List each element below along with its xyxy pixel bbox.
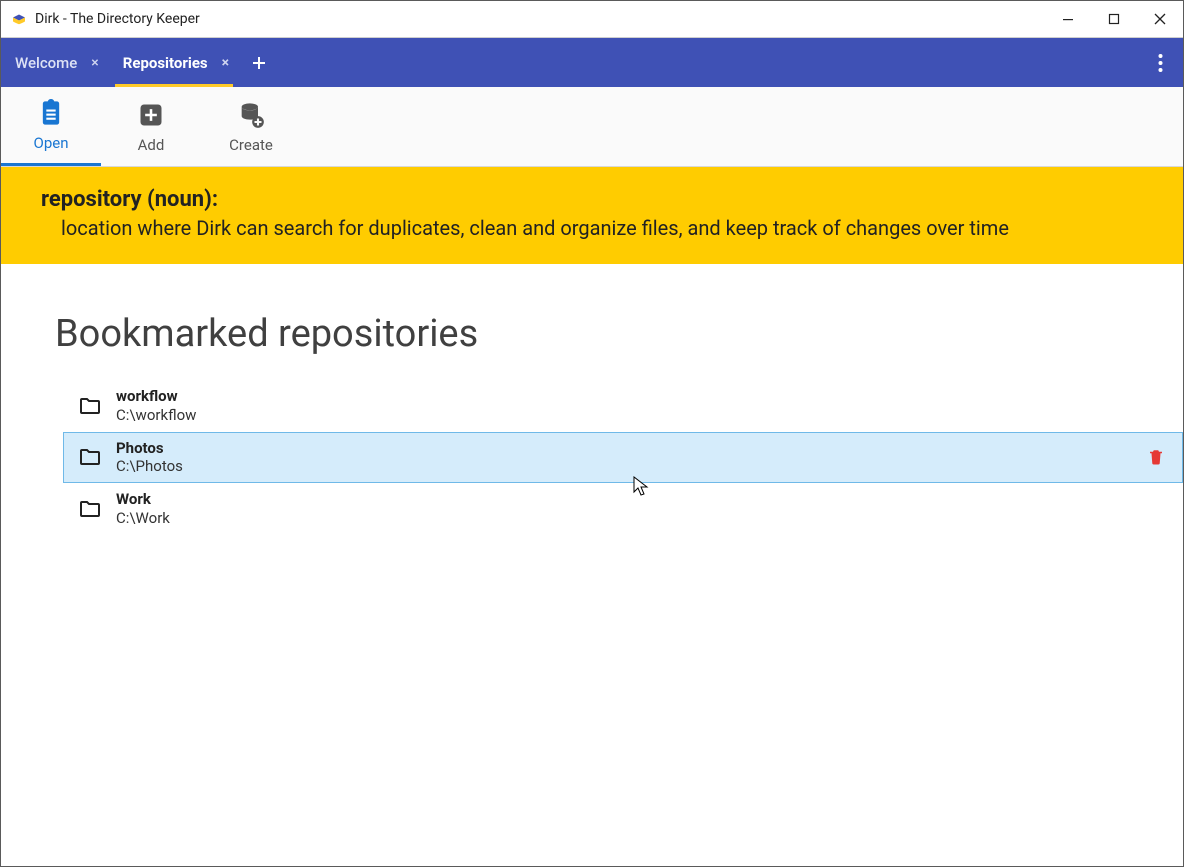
new-tab-button[interactable] [239, 38, 279, 87]
content-area: Bookmarked repositories workflow C:\work… [1, 264, 1183, 535]
add-box-icon [136, 100, 166, 130]
tool-label: Add [138, 136, 165, 154]
repo-name: Work [116, 490, 1168, 509]
folder-icon [76, 392, 104, 420]
repo-path: C:\Photos [116, 457, 1144, 476]
repo-list: workflow C:\workflow Photos C:\Photos Wo… [55, 380, 1183, 535]
maximize-button[interactable] [1091, 1, 1137, 37]
tool-label: Create [229, 136, 273, 154]
tab-close-icon[interactable]: × [222, 55, 229, 71]
titlebar: Dirk - The Directory Keeper [1, 1, 1183, 38]
more-vert-icon[interactable] [1137, 38, 1183, 87]
window-title: Dirk - The Directory Keeper [35, 11, 1045, 27]
tab-close-icon[interactable]: × [91, 55, 98, 71]
open-button[interactable]: Open [1, 87, 101, 166]
tab-label: Welcome [15, 54, 77, 72]
repo-row[interactable]: Work C:\Work [63, 483, 1183, 535]
repo-path: C:\Work [116, 509, 1168, 528]
tab-bar: Welcome × Repositories × [1, 38, 1183, 87]
app-icon [9, 9, 29, 29]
database-add-icon [236, 100, 266, 130]
repo-row[interactable]: Photos C:\Photos [63, 432, 1183, 484]
folder-icon [76, 495, 104, 523]
minimize-button[interactable] [1045, 1, 1091, 37]
definition-banner: repository (noun): location where Dirk c… [1, 167, 1183, 264]
add-button[interactable]: Add [101, 87, 201, 166]
tab-repositories[interactable]: Repositories × [109, 38, 239, 87]
create-button[interactable]: Create [201, 87, 301, 166]
close-button[interactable] [1137, 1, 1183, 37]
clipboard-icon [36, 98, 66, 128]
toolbar: Open Add Create [1, 87, 1183, 167]
section-title: Bookmarked repositories [55, 312, 1183, 356]
delete-button[interactable] [1144, 448, 1168, 466]
definition-term: repository (noun): [41, 187, 1143, 212]
folder-icon [76, 443, 104, 471]
tab-label: Repositories [123, 54, 208, 72]
trash-icon [1147, 448, 1165, 466]
definition-text: location where Dirk can search for dupli… [41, 216, 1143, 240]
tab-welcome[interactable]: Welcome × [1, 38, 109, 87]
repo-name: Photos [116, 439, 1144, 458]
tool-label: Open [34, 134, 69, 152]
repo-name: workflow [116, 387, 1168, 406]
repo-row[interactable]: workflow C:\workflow [63, 380, 1183, 432]
window-controls [1045, 1, 1183, 37]
repo-path: C:\workflow [116, 406, 1168, 425]
